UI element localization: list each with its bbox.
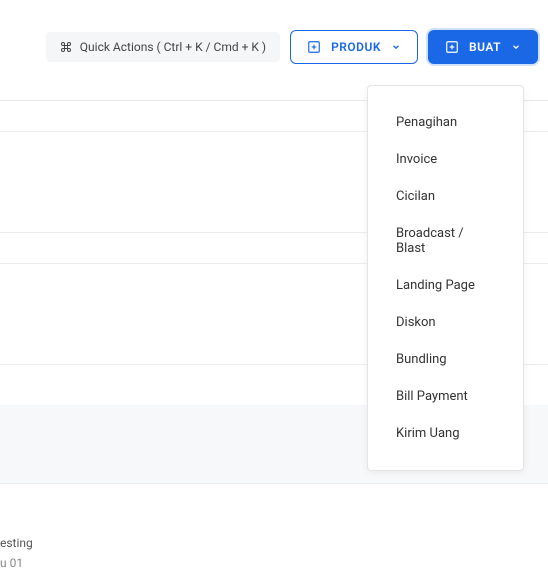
buat-dropdown: Penagihan Invoice Cicilan Broadcast / Bl… (367, 85, 524, 471)
plus-box-icon (307, 40, 321, 54)
dropdown-item-cicilan[interactable]: Cicilan (368, 178, 523, 215)
top-bar: Quick Actions ( Ctrl + K / Cmd + K ) PRO… (0, 0, 548, 74)
dropdown-item-bundling[interactable]: Bundling (368, 341, 523, 378)
dropdown-item-invoice[interactable]: Invoice (368, 141, 523, 178)
dropdown-item-landing-page[interactable]: Landing Page (368, 267, 523, 304)
buat-label: BUAT (469, 40, 501, 54)
row-line (0, 483, 548, 484)
footer-line1: esting (0, 536, 548, 550)
command-icon (60, 41, 72, 53)
produk-label: PRODUK (331, 40, 381, 54)
dropdown-item-kirim-uang[interactable]: Kirim Uang (368, 415, 523, 452)
footer-line2: u 01 (0, 556, 548, 570)
dropdown-item-penagihan[interactable]: Penagihan (368, 104, 523, 141)
buat-button[interactable]: BUAT (428, 30, 538, 64)
dropdown-item-diskon[interactable]: Diskon (368, 304, 523, 341)
chevron-down-icon (391, 42, 401, 52)
dropdown-item-bill-payment[interactable]: Bill Payment (368, 378, 523, 415)
dropdown-item-broadcast[interactable]: Broadcast / Blast (368, 215, 523, 267)
quick-actions-label: Quick Actions ( Ctrl + K / Cmd + K ) (80, 40, 266, 54)
quick-actions-button[interactable]: Quick Actions ( Ctrl + K / Cmd + K ) (46, 32, 280, 62)
chevron-down-icon (511, 42, 521, 52)
produk-button[interactable]: PRODUK (290, 30, 418, 64)
plus-box-icon (445, 40, 459, 54)
